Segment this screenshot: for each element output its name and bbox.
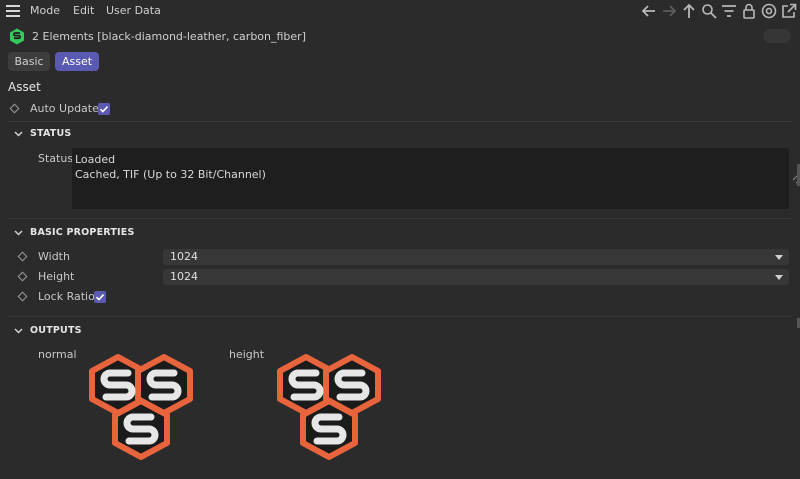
search-icon[interactable]	[701, 3, 717, 19]
target-icon[interactable]	[761, 3, 777, 19]
hamburger-menu-icon[interactable]	[6, 5, 20, 17]
dropdown-arrow-icon	[775, 275, 783, 280]
height-dropdown[interactable]: 1024	[163, 269, 789, 285]
back-arrow-icon[interactable]	[641, 3, 657, 19]
menubar: Mode Edit User Data	[0, 0, 800, 23]
divider	[8, 121, 792, 122]
chevron-down-icon	[14, 131, 23, 137]
chevron-down-icon	[14, 230, 23, 236]
width-label: Width	[38, 250, 70, 263]
auto-update-checkbox[interactable]	[98, 103, 110, 115]
divider	[8, 316, 792, 317]
output-height-label: height	[229, 348, 265, 361]
tab-basic[interactable]: Basic	[8, 52, 50, 71]
chevron-down-icon	[14, 328, 23, 334]
up-arrow-icon[interactable]	[681, 3, 697, 19]
menu-edit[interactable]: Edit	[73, 4, 94, 17]
tab-asset[interactable]: Asset	[55, 52, 99, 71]
panel-toggle[interactable]	[763, 29, 791, 43]
divider	[8, 218, 792, 219]
height-value: 1024	[170, 270, 198, 283]
forward-arrow-icon[interactable]	[661, 3, 677, 19]
open-external-icon[interactable]	[781, 3, 797, 19]
checkmark-icon	[95, 294, 105, 301]
basic-properties-title: BASIC PROPERTIES	[30, 227, 135, 238]
title-row: 2 Elements [black-diamond-leather, carbo…	[0, 26, 800, 48]
lock-ratio-checkbox[interactable]	[94, 291, 106, 303]
lock-ratio-label: Lock Ratio	[38, 290, 95, 303]
menu-user-data[interactable]: User Data	[106, 4, 161, 17]
lock-icon[interactable]	[741, 3, 757, 19]
status-line-2: Cached, TIF (Up to 32 Bit/Channel)	[75, 168, 266, 181]
menu-mode[interactable]: Mode	[30, 4, 60, 17]
keyframe-diamond-icon[interactable]	[17, 271, 28, 282]
status-line-1: Loaded	[75, 153, 116, 166]
keyframe-diamond-icon[interactable]	[9, 103, 20, 114]
width-dropdown[interactable]: 1024	[163, 249, 789, 265]
status-field-label: Status	[38, 152, 74, 165]
outputs-title: OUTPUTS	[30, 325, 82, 336]
substance-output-icon[interactable]	[84, 353, 198, 465]
output-normal-label: normal	[38, 348, 77, 361]
section-title: Asset	[8, 80, 41, 94]
dropdown-arrow-icon	[775, 255, 783, 260]
width-value: 1024	[170, 250, 198, 263]
filter-icon[interactable]	[721, 3, 737, 19]
substance-s-icon	[10, 28, 24, 45]
keyframe-diamond-icon[interactable]	[17, 251, 28, 262]
page-title: 2 Elements [black-diamond-leather, carbo…	[32, 30, 306, 43]
substance-output-icon[interactable]	[272, 353, 386, 465]
checkmark-icon	[99, 106, 109, 113]
status-textbox[interactable]: Loaded Cached, TIF (Up to 32 Bit/Channel…	[72, 148, 789, 209]
keyframe-diamond-icon[interactable]	[17, 291, 28, 302]
height-label: Height	[38, 270, 75, 283]
auto-update-label: Auto Update	[30, 102, 99, 115]
status-group-title: STATUS	[30, 128, 72, 139]
